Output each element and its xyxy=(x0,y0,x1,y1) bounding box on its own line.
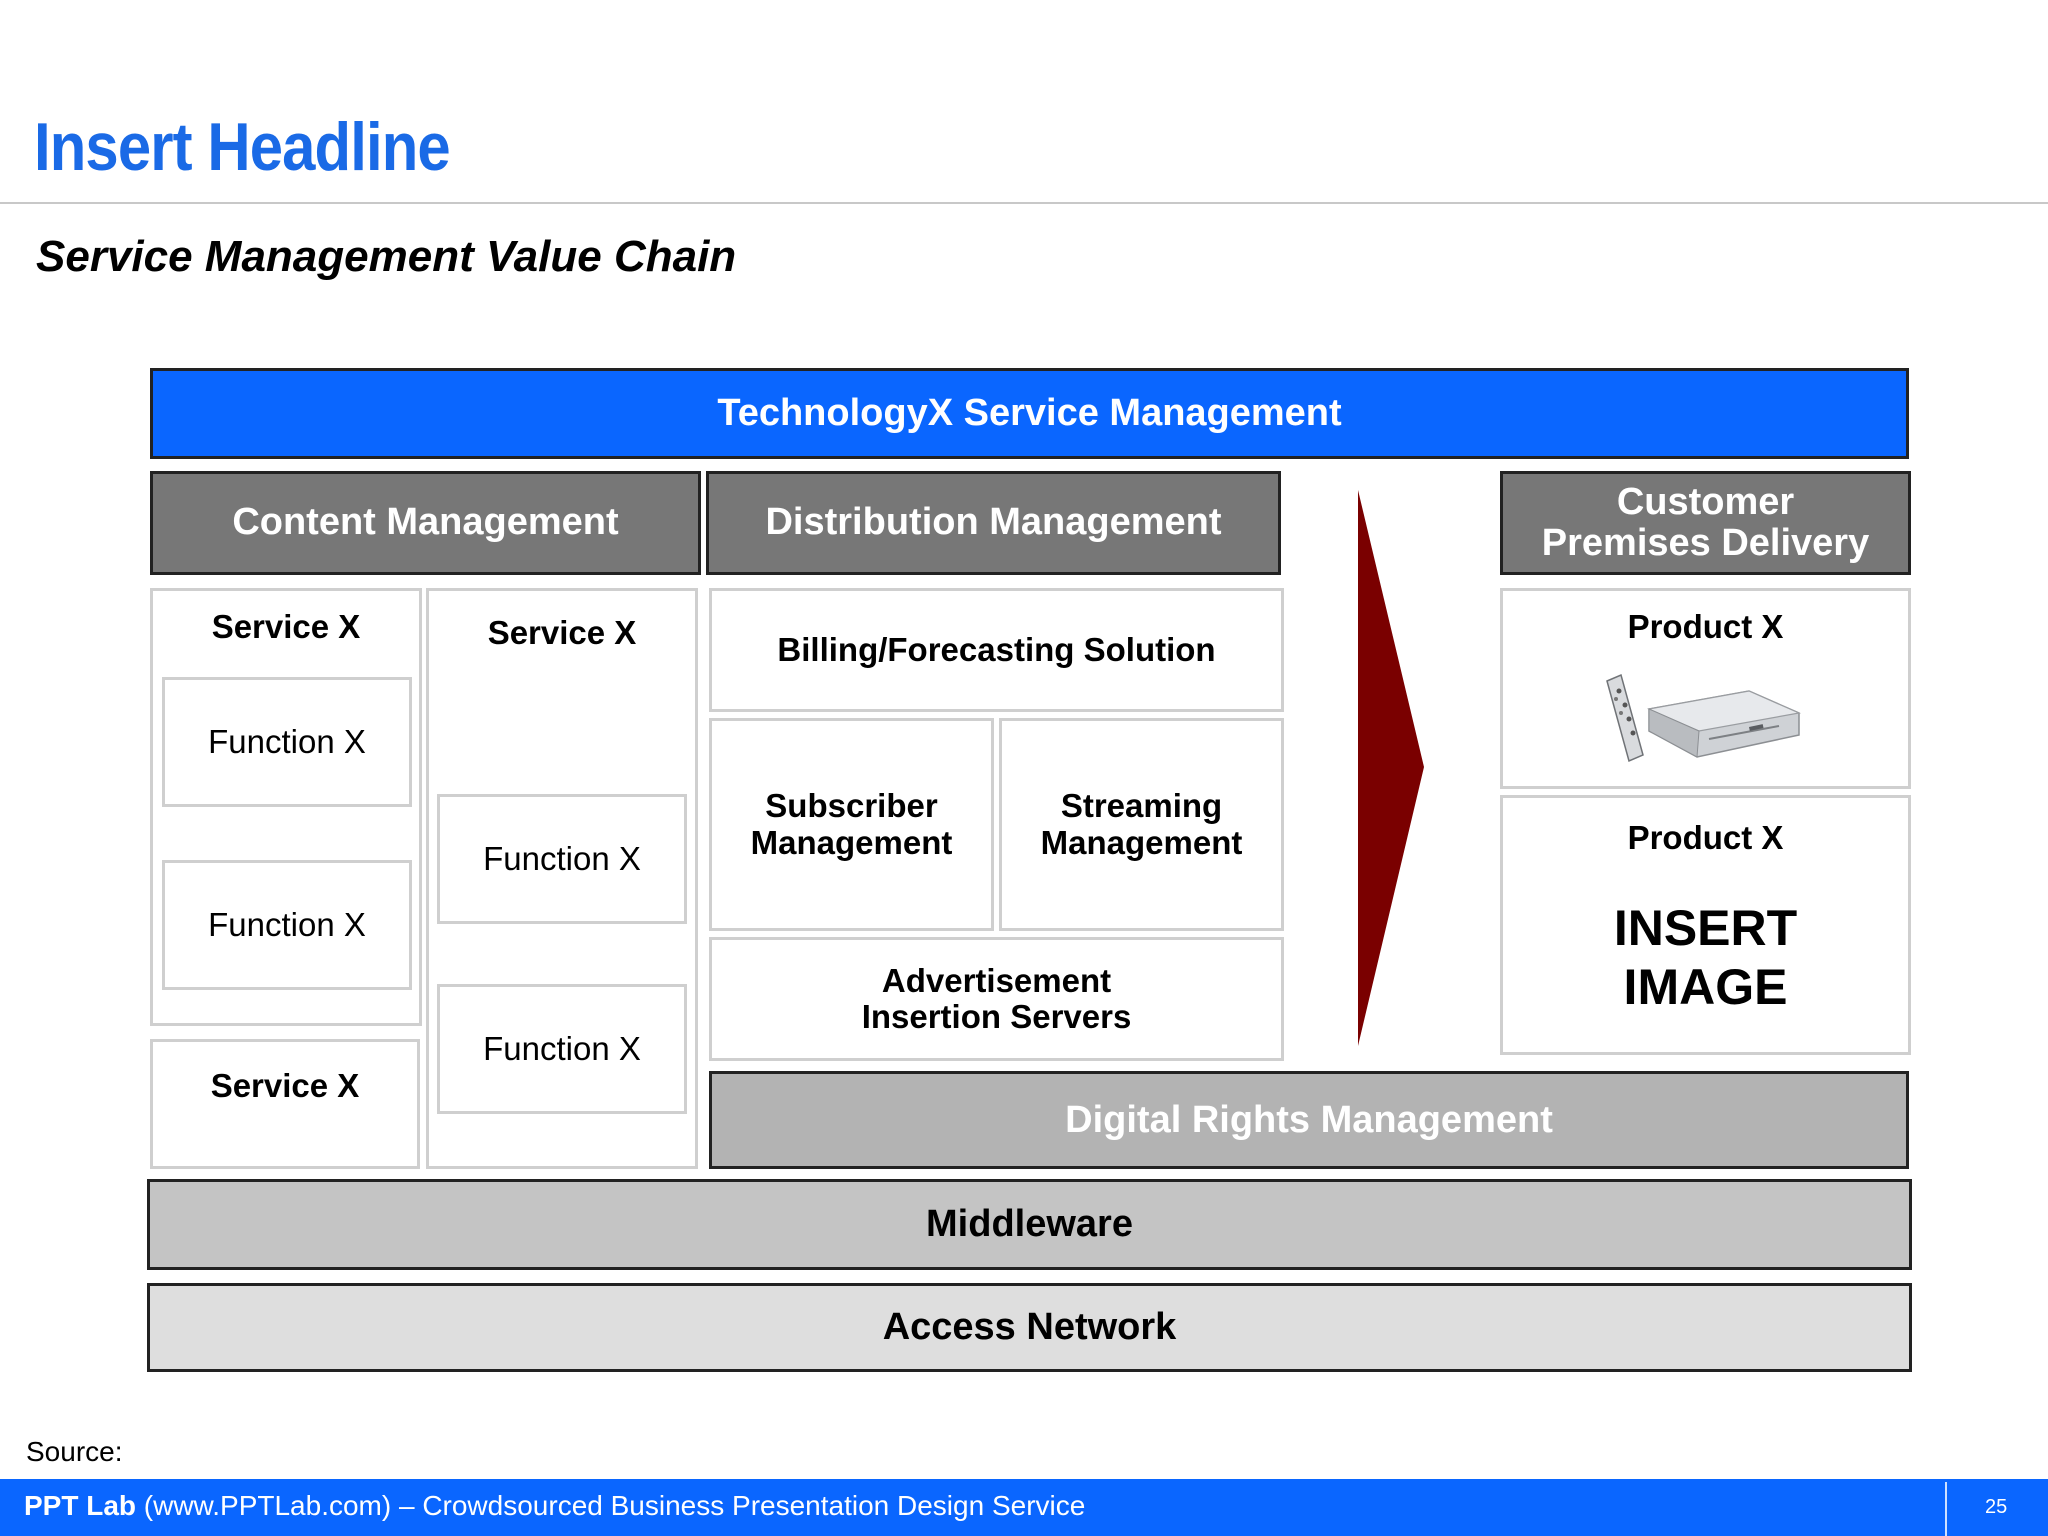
subscriber-management-line1: Subscriber xyxy=(765,787,938,825)
content-col2-function-1: Function X xyxy=(437,794,687,924)
content-col2-function-2-label: Function X xyxy=(483,1030,641,1067)
footer-text: PPT Lab (www.PPTLab.com) – Crowdsourced … xyxy=(24,1490,1085,1522)
subscriber-management-line2: Management xyxy=(750,823,953,861)
footer-brand: PPT Lab xyxy=(24,1490,137,1521)
content-col1-function-2: Function X xyxy=(162,860,412,990)
digital-rights-management-label: Digital Rights Management xyxy=(1065,1098,1553,1141)
digital-rights-management-band: Digital Rights Management xyxy=(709,1071,1909,1169)
access-network-band: Access Network xyxy=(147,1283,1912,1372)
footer-tagline: (www.PPTLab.com) – Crowdsourced Business… xyxy=(136,1490,1086,1521)
advertisement-insertion-line1: Advertisement xyxy=(881,961,1112,999)
middleware-label: Middleware xyxy=(926,1203,1133,1245)
headline: Insert Headline xyxy=(34,109,451,185)
product-1-box: Product X xyxy=(1500,588,1911,789)
content-management-label: Content Management xyxy=(232,501,619,544)
content-col1-function-1-label: Function X xyxy=(208,723,366,760)
insert-image-line2: IMAGE xyxy=(1623,959,1788,1015)
content-col1-service-top-label: Service X xyxy=(211,607,361,645)
content-col2-service-label: Service X xyxy=(487,613,637,651)
advertisement-insertion-box: Advertisement Insertion Servers xyxy=(709,937,1284,1061)
content-col1-service-box: Service X Function X Function X xyxy=(150,588,422,1026)
middleware-band: Middleware xyxy=(147,1179,1912,1270)
header-divider xyxy=(0,202,2048,204)
content-col1-service-bottom-box: Service X xyxy=(150,1039,420,1169)
insert-image-placeholder: INSERT IMAGE xyxy=(1503,896,1908,1020)
content-col2-service-box: Service X Function X Function X xyxy=(426,588,698,1169)
chevron-right-icon xyxy=(1358,490,1424,1046)
customer-premises-label-line2: Premises Delivery xyxy=(1541,522,1870,564)
product-1-label: Product X xyxy=(1627,607,1784,645)
content-management-header: Content Management xyxy=(150,471,701,575)
product-2-box: Product X INSERT IMAGE xyxy=(1500,795,1911,1055)
customer-premises-header: Customer Premises Delivery xyxy=(1500,471,1911,575)
page-number: 25 xyxy=(1985,1496,2008,1518)
service-management-banner-label: TechnologyX Service Management xyxy=(717,392,1342,434)
billing-forecasting-label: Billing/Forecasting Solution xyxy=(777,630,1216,668)
source-label: Source: xyxy=(26,1436,123,1467)
customer-premises-label-line1: Customer xyxy=(1616,480,1795,523)
subtitle: Service Management Value Chain xyxy=(36,232,737,281)
set-top-box-icon xyxy=(1606,673,1802,763)
product-2-label: Product X xyxy=(1627,818,1784,856)
streaming-management-box: Streaming Management xyxy=(999,718,1284,931)
streaming-management-line2: Management xyxy=(1040,823,1243,861)
content-col1-function-1: Function X xyxy=(162,677,412,807)
billing-forecasting-box: Billing/Forecasting Solution xyxy=(709,588,1284,712)
access-network-label: Access Network xyxy=(882,1306,1177,1348)
subscriber-management-box: Subscriber Management xyxy=(709,718,994,931)
distribution-management-label: Distribution Management xyxy=(765,501,1222,544)
content-col1-function-2-label: Function X xyxy=(208,906,366,943)
distribution-management-header: Distribution Management xyxy=(706,471,1281,575)
insert-image-line1: INSERT xyxy=(1613,900,1798,956)
content-col1-service-bottom-label: Service X xyxy=(210,1066,360,1104)
service-management-banner: TechnologyX Service Management xyxy=(150,368,1909,459)
content-col2-function-1-label: Function X xyxy=(483,840,641,877)
footer-divider xyxy=(1945,1482,1947,1536)
advertisement-insertion-line2: Insertion Servers xyxy=(861,998,1132,1035)
content-col2-function-2: Function X xyxy=(437,984,687,1114)
streaming-management-line1: Streaming xyxy=(1060,787,1223,825)
